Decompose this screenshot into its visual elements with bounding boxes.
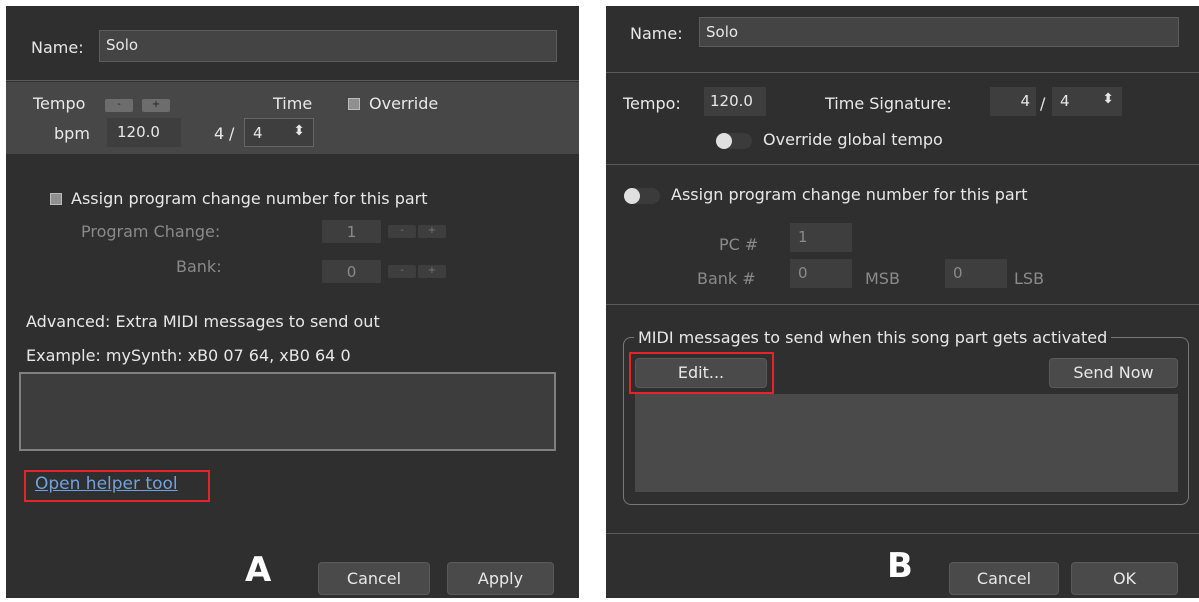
- divider: [606, 304, 1199, 305]
- ok-button[interactable]: OK: [1071, 562, 1178, 595]
- time-label: Time: [273, 94, 313, 113]
- bank-field[interactable]: 0: [322, 260, 381, 283]
- stepper-arrows-icon: ⬍: [1102, 91, 1114, 107]
- pc-label: PC #: [719, 235, 759, 254]
- panel-marker-a: A: [245, 550, 272, 590]
- tempo-value-field[interactable]: 120.0: [107, 118, 181, 147]
- example-label: Example: mySynth: xB0 07 64, xB0 64 0: [26, 346, 351, 365]
- tempo-decrement-button[interactable]: -: [105, 99, 133, 112]
- time-numerator-field[interactable]: 4: [990, 87, 1036, 116]
- lsb-label: LSB: [1014, 269, 1045, 288]
- program-change-field[interactable]: 1: [322, 220, 381, 243]
- override-tempo-label: Override global tempo: [763, 130, 943, 149]
- override-checkbox[interactable]: [348, 98, 360, 110]
- override-label: Override: [369, 94, 439, 113]
- midi-messages-textarea[interactable]: [19, 372, 556, 451]
- assign-pc-toggle[interactable]: [624, 188, 660, 204]
- time-denominator-value: 4: [253, 124, 263, 142]
- lsb-field[interactable]: 0: [945, 259, 1007, 288]
- program-change-decrement-button[interactable]: -: [388, 225, 416, 238]
- time-signature-label: Time Signature:: [825, 94, 952, 113]
- name-input[interactable]: Solo: [99, 30, 557, 62]
- divider: [606, 72, 1199, 73]
- time-slash: /: [229, 124, 235, 143]
- bank-label: Bank #: [697, 269, 756, 288]
- toggle-knob-icon: [716, 133, 732, 149]
- msb-field[interactable]: 0: [790, 259, 852, 288]
- pc-field[interactable]: 1: [790, 223, 852, 252]
- time-denominator-select[interactable]: 4 ⬍: [1052, 87, 1122, 116]
- tempo-label: Tempo:: [623, 94, 681, 113]
- midi-group-title: MIDI messages to send when this song par…: [634, 328, 1112, 347]
- bank-label: Bank:: [176, 257, 222, 276]
- name-input[interactable]: Solo: [699, 17, 1179, 47]
- tempo-increment-button[interactable]: +: [142, 99, 170, 112]
- assign-pc-label: Assign program change number for this pa…: [671, 185, 1028, 204]
- bank-decrement-button[interactable]: -: [388, 265, 416, 278]
- time-slash: /: [1040, 94, 1046, 113]
- panel-marker-b: B: [887, 546, 913, 586]
- name-label: Name:: [630, 24, 683, 43]
- apply-button[interactable]: Apply: [447, 562, 554, 595]
- cancel-button[interactable]: Cancel: [949, 562, 1059, 595]
- msb-label: MSB: [865, 269, 900, 288]
- bank-increment-button[interactable]: +: [418, 265, 446, 278]
- program-change-increment-button[interactable]: +: [418, 225, 446, 238]
- time-denominator-select[interactable]: 4 ⬍: [244, 118, 314, 147]
- tempo-section: Tempo - + Time Override bpm 120.0 4 / 4 …: [6, 82, 579, 154]
- name-label: Name:: [31, 38, 84, 57]
- program-change-label: Program Change:: [81, 222, 221, 241]
- midi-messages-list[interactable]: [635, 394, 1178, 492]
- override-tempo-toggle[interactable]: [716, 133, 752, 149]
- bpm-label: bpm: [54, 124, 90, 143]
- time-denominator-value: 4: [1060, 92, 1070, 110]
- assign-pc-label: Assign program change number for this pa…: [71, 189, 428, 208]
- highlight-box: [629, 352, 774, 394]
- advanced-label: Advanced: Extra MIDI messages to send ou…: [26, 312, 380, 331]
- song-part-dialog-a: Name: Solo Tempo - + Time Override bpm 1…: [6, 6, 579, 598]
- cancel-button[interactable]: Cancel: [318, 562, 430, 595]
- open-helper-tool-link[interactable]: Open helper tool: [35, 474, 178, 494]
- divider: [606, 533, 1199, 534]
- song-part-dialog-b: Name: Solo Tempo: 120.0 Time Signature: …: [606, 6, 1199, 598]
- divider: [606, 164, 1199, 165]
- toggle-knob-icon: [624, 188, 640, 204]
- time-numerator: 4: [214, 124, 225, 143]
- tempo-label: Tempo: [33, 94, 86, 113]
- divider: [6, 80, 579, 81]
- assign-pc-checkbox[interactable]: [50, 193, 62, 205]
- tempo-value-field[interactable]: 120.0: [704, 87, 766, 116]
- stepper-arrows-icon: ⬍: [293, 123, 305, 139]
- send-now-button[interactable]: Send Now: [1049, 358, 1178, 388]
